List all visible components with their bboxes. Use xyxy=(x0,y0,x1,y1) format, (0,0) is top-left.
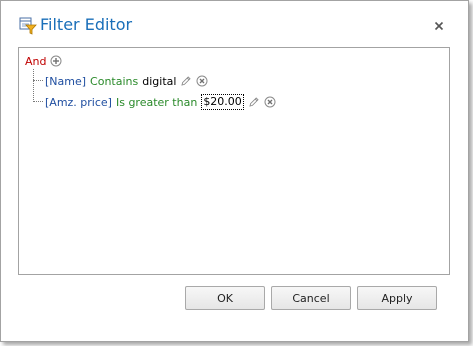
filter-editor-icon xyxy=(19,17,37,35)
ok-button[interactable]: OK xyxy=(185,286,265,310)
close-icon[interactable] xyxy=(432,18,446,32)
group-node: And xyxy=(25,52,62,70)
filter-tree-panel[interactable]: And [Name] Contains digital [Amz. price]… xyxy=(18,47,450,275)
condition-field-link[interactable]: [Amz. price] xyxy=(45,96,112,109)
tree-connector-horizontal xyxy=(33,80,43,81)
group-operator-link[interactable]: And xyxy=(25,55,46,68)
condition-operation-link[interactable]: Contains xyxy=(90,75,138,88)
tree-connector-horizontal xyxy=(33,101,43,102)
remove-condition-icon[interactable] xyxy=(264,96,276,108)
cancel-button[interactable]: Cancel xyxy=(271,286,351,310)
filter-editor-dialog: Filter Editor And [Name] Contains digita… xyxy=(0,0,469,342)
condition-value-editor[interactable]: $20.00 xyxy=(201,94,244,110)
title-bar: Filter Editor xyxy=(1,1,468,47)
condition-row: [Amz. price] Is greater than $20.00 xyxy=(45,93,276,111)
condition-operation-link[interactable]: Is greater than xyxy=(116,96,197,109)
condition-row: [Name] Contains digital xyxy=(45,72,208,90)
apply-button[interactable]: Apply xyxy=(357,286,437,310)
dialog-title: Filter Editor xyxy=(40,15,133,34)
add-condition-icon[interactable] xyxy=(50,55,62,67)
tree-connector-vertical xyxy=(33,69,34,102)
condition-field-link[interactable]: [Name] xyxy=(45,75,86,88)
pencil-icon[interactable] xyxy=(248,96,260,108)
pencil-icon[interactable] xyxy=(180,75,192,87)
remove-condition-icon[interactable] xyxy=(196,75,208,87)
condition-value-link[interactable]: digital xyxy=(142,75,176,88)
